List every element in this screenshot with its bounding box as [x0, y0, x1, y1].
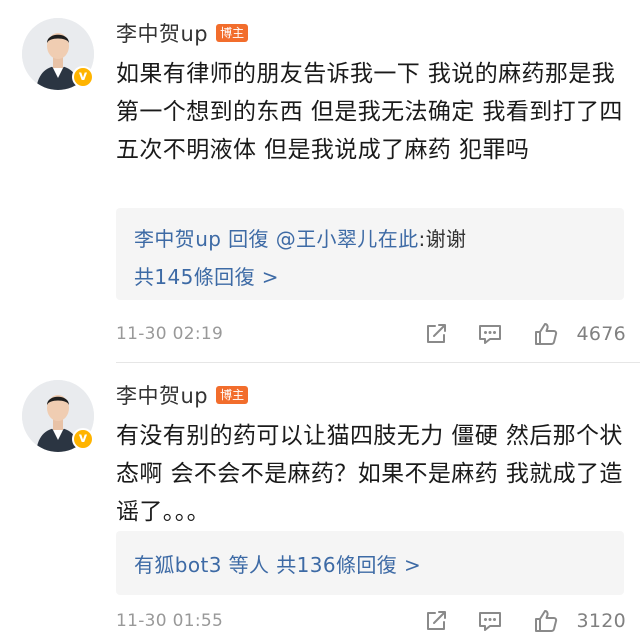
view-replies-link[interactable]: 有狐bot3 等人 共136條回復 > — [134, 549, 421, 578]
reply-action-label: 回復 — [221, 227, 276, 251]
comment-item: v 李中贺up 博主 如果有律师的朋友告诉我一下 我说的麻药那是我第一个想到的东… — [0, 0, 640, 362]
reply-preview[interactable]: 有狐bot3 等人 共136條回復 > — [116, 531, 624, 595]
verified-badge-icon: v — [72, 66, 94, 88]
comment-item: v 李中贺up 博主 有没有别的药可以让猫四肢无力 僵硬 然后那个状态啊 会不会… — [0, 363, 640, 632]
comment-header: 李中贺up 博主 — [116, 18, 249, 48]
like-count: 4676 — [576, 323, 626, 345]
reply-line: 李中贺up 回復 @王小翠儿在此:谢谢 — [134, 223, 466, 252]
verified-badge-icon: v — [72, 428, 94, 450]
reply-preview[interactable]: 李中贺up 回復 @王小翠儿在此:谢谢 共145條回復 > — [116, 208, 624, 300]
comment-icon[interactable] — [476, 320, 504, 348]
like-count: 3120 — [576, 610, 626, 632]
host-badge: 博主 — [216, 386, 249, 404]
thumbs-up-icon[interactable] — [532, 320, 560, 348]
timestamp: 11-30 02:19 — [116, 324, 224, 344]
reply-text: :谢谢 — [418, 227, 467, 251]
comment-header: 李中贺up 博主 — [116, 380, 249, 410]
thumbs-up-icon[interactable] — [532, 607, 560, 635]
timestamp: 11-30 01:55 — [116, 611, 224, 631]
host-badge: 博主 — [216, 24, 249, 42]
comment-meta: 11-30 02:19 4676 — [116, 320, 626, 350]
comment-meta: 11-30 01:55 3120 — [116, 607, 626, 637]
avatar[interactable]: v — [22, 380, 94, 452]
reply-mention-link[interactable]: @王小翠儿在此 — [276, 227, 419, 251]
comment-text: 如果有律师的朋友告诉我一下 我说的麻药那是我第一个想到的东西 但是我无法确定 我… — [116, 61, 623, 163]
username[interactable]: 李中贺up — [116, 380, 208, 410]
share-icon[interactable] — [422, 320, 450, 348]
comment-icon[interactable] — [476, 607, 504, 635]
comment-text: 有没有别的药可以让猫四肢无力 僵硬 然后那个状态啊 会不会不是麻药？如果不是麻药… — [116, 423, 623, 525]
reply-author-link[interactable]: 李中贺up — [134, 227, 221, 251]
avatar[interactable]: v — [22, 18, 94, 90]
share-icon[interactable] — [422, 607, 450, 635]
username[interactable]: 李中贺up — [116, 18, 208, 48]
view-replies-link[interactable]: 共145條回復 > — [134, 261, 279, 290]
